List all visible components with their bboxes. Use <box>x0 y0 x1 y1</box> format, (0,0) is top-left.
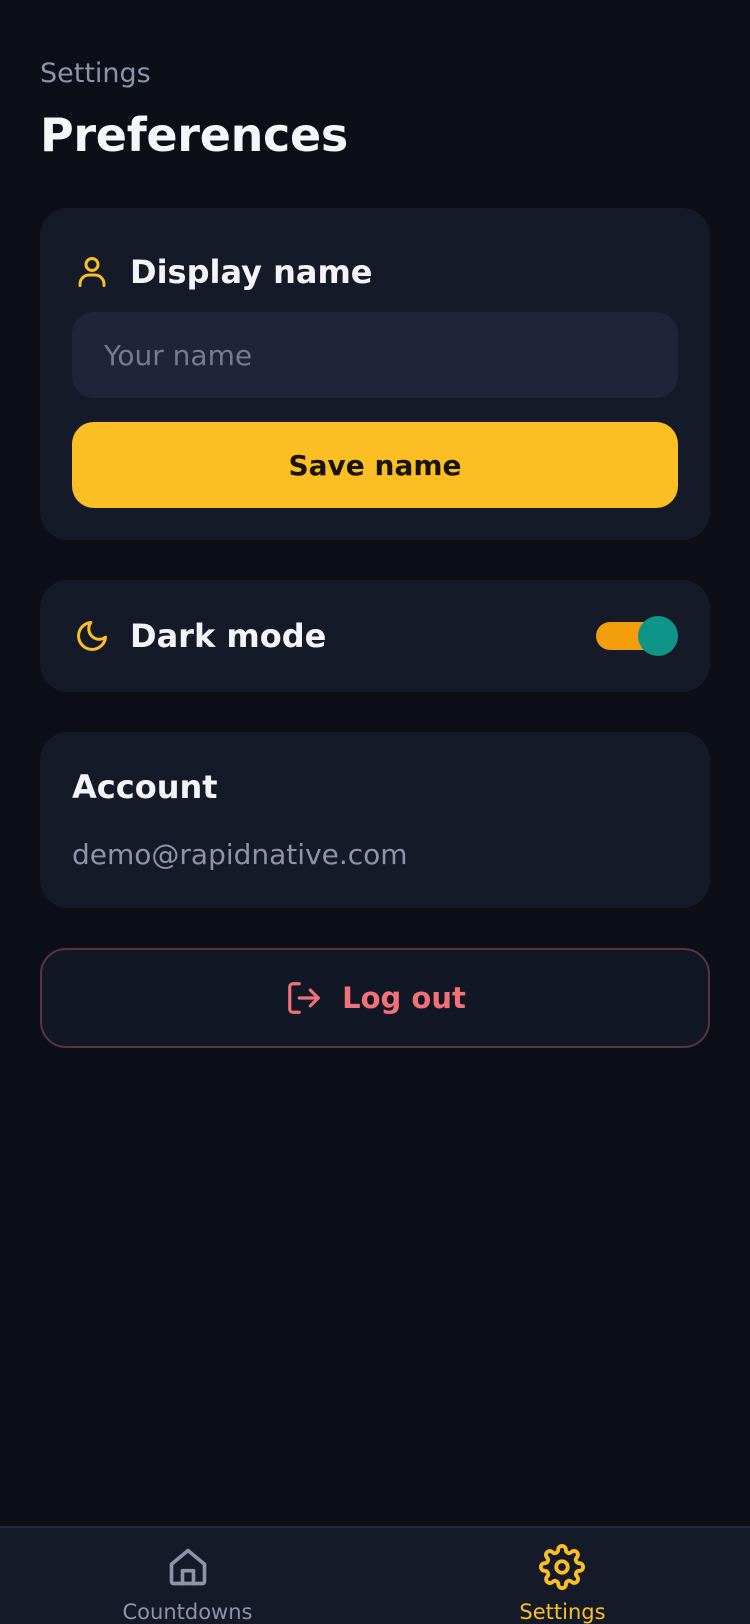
display-name-header: Display name <box>72 244 372 300</box>
tab-countdowns-label: Countdowns <box>122 1600 253 1624</box>
display-name-card: Display name Save name <box>40 208 710 540</box>
tab-settings[interactable]: Settings <box>375 1528 750 1624</box>
bottom-tab-bar: Countdowns Settings <box>0 1526 750 1624</box>
account-title: Account <box>72 768 218 806</box>
tab-countdowns[interactable]: Countdowns <box>0 1528 375 1624</box>
account-email: demo@rapidnative.com <box>72 838 408 871</box>
dark-mode-label: Dark mode <box>130 617 327 655</box>
logout-button[interactable]: Log out <box>40 948 710 1048</box>
account-card: Account demo@rapidnative.com <box>40 732 710 908</box>
gear-icon <box>539 1544 585 1590</box>
tab-settings-label: Settings <box>519 1600 606 1624</box>
user-icon <box>72 252 112 292</box>
save-name-button[interactable]: Save name <box>72 422 678 508</box>
settings-screen: Settings Preferences Display name Save n… <box>0 0 750 1624</box>
toggle-thumb <box>638 616 678 656</box>
home-icon <box>165 1544 211 1590</box>
header-subtitle: Settings <box>40 58 151 89</box>
moon-icon <box>72 616 112 656</box>
dark-mode-header: Dark mode <box>72 608 326 664</box>
dark-mode-toggle[interactable] <box>596 616 678 656</box>
log-out-icon <box>284 978 324 1018</box>
display-name-title: Display name <box>130 253 373 291</box>
logout-label: Log out <box>342 981 466 1015</box>
display-name-input[interactable] <box>72 312 678 398</box>
page-title: Preferences <box>40 108 348 162</box>
dark-mode-card: Dark mode <box>40 580 710 692</box>
